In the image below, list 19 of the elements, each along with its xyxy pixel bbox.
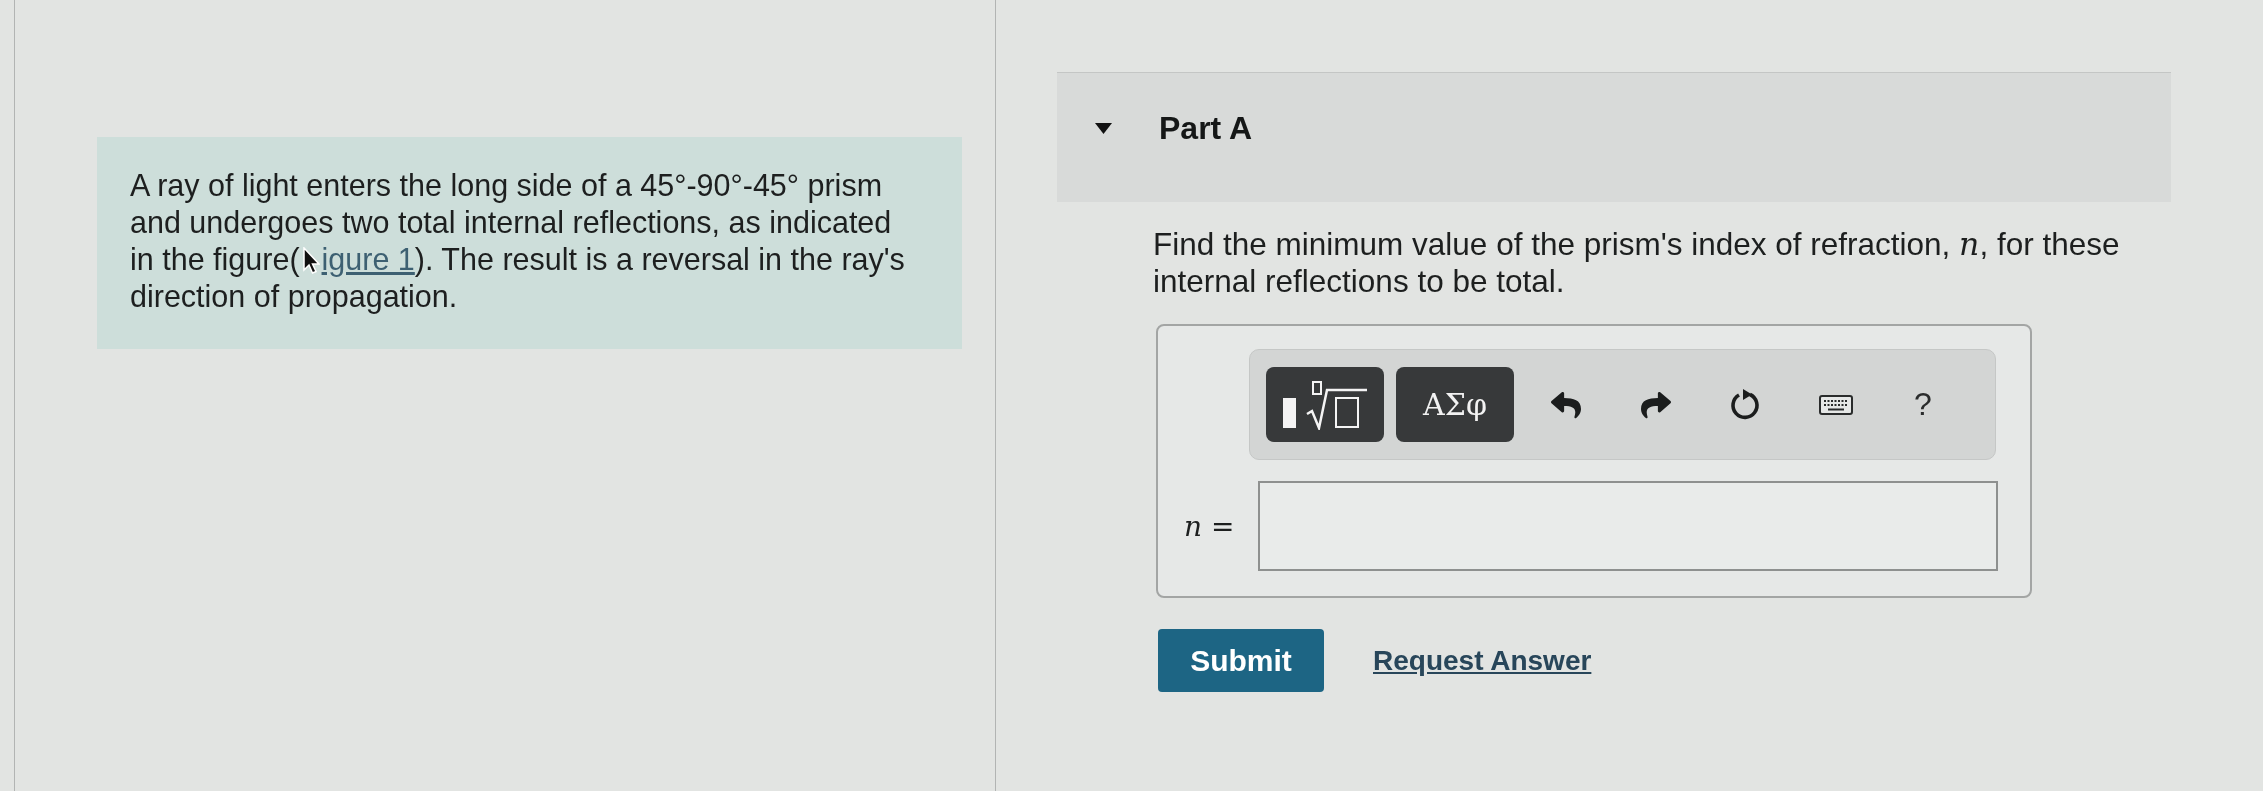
- redo-icon: [1641, 389, 1671, 420]
- caret-icon[interactable]: [1095, 123, 1112, 134]
- request-answer-link[interactable]: Request Answer: [1373, 644, 1592, 677]
- help-button[interactable]: ?: [1908, 382, 1938, 427]
- circular-arrow-icon: [1730, 387, 1762, 422]
- part-header[interactable]: Part A: [1057, 72, 2171, 202]
- figure-link[interactable]: igure 1: [321, 242, 415, 276]
- submit-button[interactable]: Submit: [1158, 629, 1324, 692]
- templates-button[interactable]: [1266, 367, 1384, 442]
- keyboard-icon: [1819, 394, 1853, 415]
- answer-label: n =: [1184, 509, 1235, 543]
- mouse-pointer-icon: [301, 247, 320, 275]
- symbols-button[interactable]: ΑΣφ: [1396, 367, 1514, 442]
- part-title: Part A: [1159, 110, 1253, 146]
- undo-icon: [1551, 389, 1581, 420]
- problem-text: A ray of light enters the long side of a 45°-90°-45° prism and undergoes two total internal reflections, as indicated in the figure( igure 1). The result is a reversal in the ray's direction of propagation.: [130, 167, 906, 315]
- answer-input[interactable]: [1258, 481, 1999, 571]
- question-text: Find the minimum value of the prism's index of refraction, n, for these internal reflections to be total.: [1153, 226, 2121, 300]
- fraction-root-icon: [1281, 379, 1369, 430]
